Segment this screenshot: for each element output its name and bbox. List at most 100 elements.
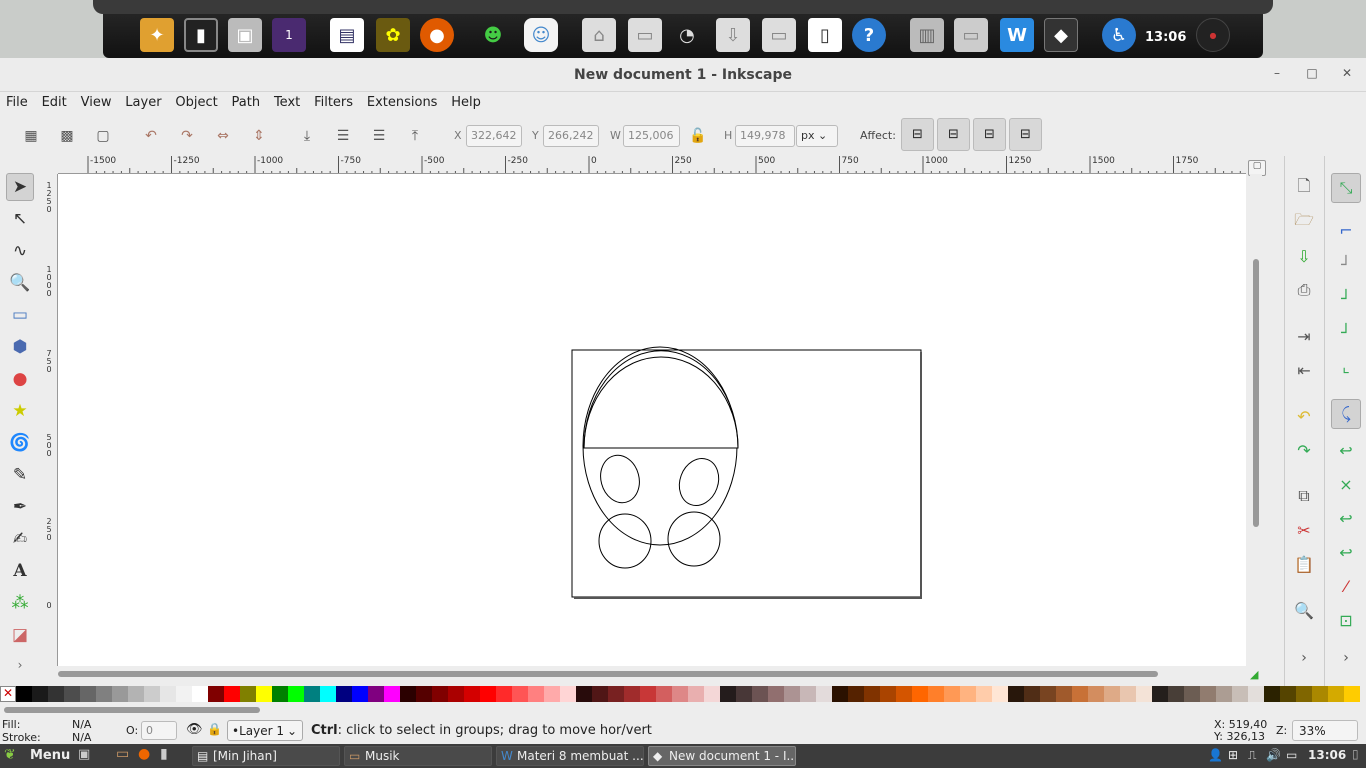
firefox-icon[interactable]: ●: [420, 18, 454, 52]
wps-icon[interactable]: W: [1000, 18, 1034, 52]
color-swatch[interactable]: [144, 686, 160, 702]
affect-corners-icon[interactable]: ⊟: [937, 118, 970, 151]
color-swatch[interactable]: [688, 686, 704, 702]
color-swatch[interactable]: [736, 686, 752, 702]
color-swatch[interactable]: [832, 686, 848, 702]
color-swatch[interactable]: [976, 686, 992, 702]
color-swatch[interactable]: [848, 686, 864, 702]
color-swatch[interactable]: [272, 686, 288, 702]
chevron-right-icon[interactable]: ›: [6, 651, 34, 679]
color-swatch[interactable]: [816, 686, 832, 702]
snap-bbox-midpoint-icon[interactable]: ┘: [1331, 317, 1361, 347]
zoom-input[interactable]: 33%: [1292, 720, 1358, 741]
terminal-icon[interactable]: ▮: [184, 18, 218, 52]
affect-patterns-icon[interactable]: ⊟: [1009, 118, 1042, 151]
chevron-right-icon[interactable]: ›: [1289, 643, 1319, 673]
color-swatch[interactable]: [1296, 686, 1312, 702]
lock-icon[interactable]: 🔓: [686, 123, 710, 149]
color-swatch[interactable]: [704, 686, 720, 702]
color-swatch[interactable]: [1120, 686, 1136, 702]
menu-object[interactable]: Object: [171, 92, 221, 110]
selector-tool-icon[interactable]: ➤: [6, 173, 34, 201]
volume-icon[interactable]: 🔊: [1266, 748, 1281, 762]
task-materi[interactable]: W Materi 8 membuat ...: [496, 746, 644, 766]
chat-icon[interactable]: ☺: [524, 18, 558, 52]
palette-scrollbar-thumb[interactable]: [4, 707, 260, 713]
layer-select[interactable]: •Layer 1 ⌄: [227, 720, 303, 741]
color-swatch[interactable]: [224, 686, 240, 702]
ellipse-tool-icon[interactable]: ●: [6, 365, 34, 393]
pen-tool-icon[interactable]: ✒: [6, 493, 34, 521]
color-swatch[interactable]: [160, 686, 176, 702]
color-swatch[interactable]: [800, 686, 816, 702]
color-swatch[interactable]: [640, 686, 656, 702]
color-swatch[interactable]: [608, 686, 624, 702]
color-swatch[interactable]: [256, 686, 272, 702]
color-swatch[interactable]: [304, 686, 320, 702]
color-swatch[interactable]: [464, 686, 480, 702]
color-swatch[interactable]: [1136, 686, 1152, 702]
menu-file[interactable]: File: [2, 92, 32, 110]
select-all-icon[interactable]: ▦: [18, 123, 44, 149]
menu-help[interactable]: Help: [447, 92, 485, 110]
menu-edit[interactable]: Edit: [38, 92, 71, 110]
zoom-tool-icon[interactable]: 🔍: [6, 269, 34, 297]
cabinet-icon[interactable]: ▥: [910, 18, 944, 52]
color-swatch[interactable]: [1280, 686, 1296, 702]
flip-vertical-icon[interactable]: ⇕: [246, 123, 272, 149]
menu-view[interactable]: View: [77, 92, 116, 110]
color-swatch[interactable]: [576, 686, 592, 702]
opacity-input[interactable]: 0: [141, 721, 177, 740]
color-swatch[interactable]: [448, 686, 464, 702]
color-swatch[interactable]: [288, 686, 304, 702]
firefox-launcher-icon[interactable]: ●: [138, 746, 150, 762]
color-swatch[interactable]: [1264, 686, 1280, 702]
tweak-tool-icon[interactable]: ∿: [6, 237, 34, 265]
maximize-button[interactable]: □: [1303, 66, 1321, 84]
color-swatch[interactable]: [1008, 686, 1024, 702]
rotate-ccw-icon[interactable]: ↶: [138, 123, 164, 149]
color-swatch[interactable]: [656, 686, 672, 702]
color-swatch[interactable]: [1040, 686, 1056, 702]
color-swatch[interactable]: [1328, 686, 1344, 702]
lower-to-bottom-icon[interactable]: ⤓: [294, 123, 320, 149]
snap-nodes-icon[interactable]: ⤹: [1331, 399, 1361, 429]
eye-icon[interactable]: 👁: [186, 722, 203, 737]
color-swatch[interactable]: [48, 686, 64, 702]
raise-to-top-icon[interactable]: ⤒: [402, 123, 428, 149]
x-input[interactable]: 322,642: [466, 125, 522, 147]
color-swatch[interactable]: [368, 686, 384, 702]
w-input[interactable]: 125,006: [623, 125, 680, 147]
no-paint-swatch[interactable]: ✕: [0, 686, 16, 702]
text-tool-icon[interactable]: A: [6, 557, 34, 585]
pencil-tool-icon[interactable]: ✎: [6, 461, 34, 489]
folder-icon-2[interactable]: ▭: [954, 18, 988, 52]
unit-select[interactable]: px ⌄: [796, 125, 838, 147]
undo-icon[interactable]: ↶: [1289, 401, 1319, 431]
menu-extensions[interactable]: Extensions: [363, 92, 442, 110]
color-swatch[interactable]: [1056, 686, 1072, 702]
horizontal-scrollbar-thumb[interactable]: [58, 671, 1158, 677]
paste-icon[interactable]: 📋: [1289, 549, 1319, 579]
color-swatch[interactable]: [480, 686, 496, 702]
color-swatch[interactable]: [752, 686, 768, 702]
affect-gradients-icon[interactable]: ⊟: [973, 118, 1006, 151]
package-icon[interactable]: ▣: [228, 18, 262, 52]
mint-menu-icon[interactable]: ❦: [4, 747, 16, 763]
inkscape-icon[interactable]: ◆: [1044, 18, 1078, 52]
phone-icon[interactable]: ▯: [808, 18, 842, 52]
color-swatch[interactable]: [336, 686, 352, 702]
rectangle-tool-icon[interactable]: ▭: [6, 301, 34, 329]
color-swatch[interactable]: [928, 686, 944, 702]
color-manage-icon[interactable]: ◢: [1250, 668, 1258, 681]
task-inkscape[interactable]: ◆ New document 1 - I...: [648, 746, 796, 766]
color-swatch[interactable]: [784, 686, 800, 702]
new-document-icon[interactable]: 🗋: [1289, 173, 1319, 203]
color-swatch[interactable]: [400, 686, 416, 702]
update-icon[interactable]: ⊞: [1228, 748, 1238, 762]
files-launcher-icon[interactable]: ▭: [116, 746, 129, 762]
task-min-jihan[interactable]: ▤ [Min Jihan]: [192, 746, 340, 766]
copy-icon[interactable]: ⧉: [1289, 481, 1319, 511]
snap-bbox-icon[interactable]: ⌐: [1331, 215, 1361, 245]
color-swatch[interactable]: [1184, 686, 1200, 702]
